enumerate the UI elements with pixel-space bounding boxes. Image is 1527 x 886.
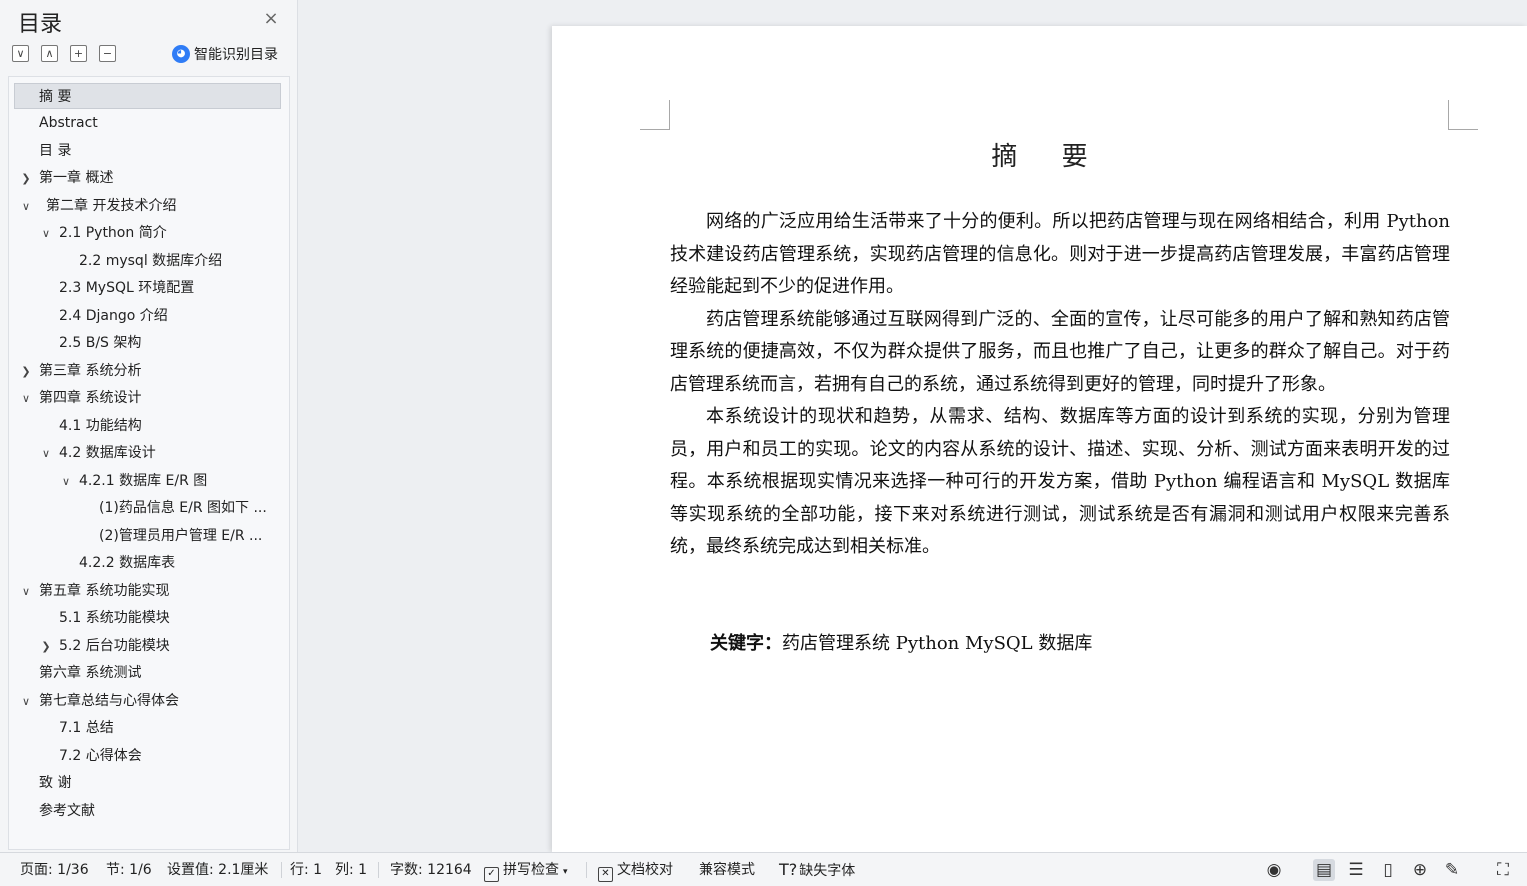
- toc-item-4-1[interactable]: 4.1 功能结构: [59, 413, 142, 439]
- toc-item-7-1[interactable]: 7.1 总结: [59, 715, 114, 741]
- web-view-icon[interactable]: ⊕: [1409, 859, 1431, 881]
- reading-view-icon[interactable]: ▯: [1377, 859, 1399, 881]
- status-divider: [378, 862, 379, 878]
- page-margin-corner-right: [1448, 100, 1478, 130]
- toc-item-chapter-4[interactable]: 第四章 系统设计: [39, 385, 141, 411]
- toc-item-7-2[interactable]: 7.2 心得体会: [59, 743, 142, 769]
- toc-item-er-admin[interactable]: (2)管理员用户管理 E/R ...: [99, 523, 262, 549]
- document-title: 摘 要: [991, 142, 1106, 172]
- eye-protection-icon[interactable]: ◉: [1263, 859, 1285, 881]
- toc-item-2-4[interactable]: 2.4 Django 介绍: [59, 303, 168, 329]
- collapse-down-icon[interactable]: ∨: [12, 45, 29, 62]
- spell-check-label: 拼写检查: [503, 862, 559, 878]
- toc-item-5-2[interactable]: 5.2 后台功能模块: [59, 633, 170, 659]
- chevron-down-icon[interactable]: ∨: [40, 447, 52, 460]
- chevron-down-icon[interactable]: ∨: [20, 585, 32, 598]
- toc-item-chapter-5[interactable]: 第五章 系统功能实现: [39, 578, 169, 604]
- toc-item-4-2-2[interactable]: 4.2.2 数据库表: [79, 550, 175, 576]
- smart-ai-icon: ◕: [172, 45, 190, 63]
- body-paragraph: 网络的广泛应用给生活带来了十分的便利。所以把药店管理与现在网络相结合，利用 Py…: [670, 211, 1450, 297]
- toc-item-2-2[interactable]: 2.2 mysql 数据库介绍: [79, 248, 222, 274]
- collapse-up-icon[interactable]: ∧: [41, 45, 58, 62]
- spell-check-button[interactable]: ✓ 拼写检查 ▾: [484, 853, 568, 886]
- chevron-right-icon[interactable]: ❯: [20, 172, 32, 185]
- toc-item-er-drug[interactable]: (1)药品信息 E/R 图如下 ...: [99, 495, 267, 521]
- toc-item-chapter-6[interactable]: 第六章 系统测试: [39, 660, 141, 686]
- close-icon[interactable]: ×: [262, 10, 280, 28]
- smart-toc-label: 智能识别目录: [194, 47, 278, 63]
- toc-toolbar: ∨ ∧ + −: [12, 45, 116, 63]
- proofread-label: 文档校对: [617, 862, 673, 878]
- chevron-down-icon[interactable]: ∨: [20, 392, 32, 405]
- chevron-down-icon[interactable]: ∨: [60, 475, 72, 488]
- toc-item-contents[interactable]: 目 录: [39, 138, 71, 164]
- chevron-down-icon[interactable]: ∨: [20, 695, 32, 708]
- row-indicator[interactable]: 行: 1: [290, 853, 322, 886]
- outline-view-icon[interactable]: ☰: [1345, 859, 1367, 881]
- page-indicator[interactable]: 页面: 1/36: [20, 853, 89, 886]
- column-indicator[interactable]: 列: 1: [335, 853, 367, 886]
- document-page[interactable]: 摘 要 网络的广泛应用给生活带来了十分的便利。所以把药店管理与现在网络相结合，利…: [552, 26, 1527, 852]
- page-view-icon[interactable]: ▤: [1313, 859, 1335, 881]
- dropdown-arrow-icon: ▾: [563, 867, 568, 877]
- toc-item-chapter-1[interactable]: 第一章 概述: [39, 165, 113, 191]
- toc-item-abstract[interactable]: Abstract: [39, 110, 98, 136]
- collapse-all-icon[interactable]: −: [99, 45, 116, 62]
- document-body[interactable]: 网络的广泛应用给生活带来了十分的便利。所以把药店管理与现在网络相结合，利用 Py…: [670, 206, 1450, 564]
- chevron-down-icon[interactable]: ∨: [40, 227, 52, 240]
- smart-toc-button[interactable]: ◕ 智能识别目录: [172, 44, 278, 64]
- toc-item-chapter-7[interactable]: 第七章总结与心得体会: [39, 688, 179, 714]
- keywords-line: 关键字：药店管理系统 Python MySQL 数据库: [710, 629, 1092, 655]
- missing-font-icon: T?: [779, 860, 798, 879]
- proofread-icon: ✕: [598, 867, 613, 882]
- toc-item-4-2[interactable]: 4.2 数据库设计: [59, 440, 156, 466]
- toc-item-2-1[interactable]: 2.1 Python 简介: [59, 220, 167, 246]
- word-count[interactable]: 字数: 12164: [390, 853, 472, 886]
- status-divider: [586, 862, 587, 878]
- toc-item-5-1[interactable]: 5.1 系统功能模块: [59, 605, 170, 631]
- chevron-down-icon[interactable]: ∨: [20, 200, 32, 213]
- toc-item-references[interactable]: 参考文献: [39, 798, 95, 824]
- fullscreen-icon[interactable]: ⛶: [1492, 859, 1514, 881]
- proofread-button[interactable]: ✕ 文档校对: [598, 853, 673, 886]
- setting-value-indicator[interactable]: 设置值: 2.1厘米: [167, 853, 268, 886]
- chevron-right-icon[interactable]: ❯: [20, 365, 32, 378]
- page-margin-corner-left: [640, 100, 670, 130]
- body-paragraph: 本系统设计的现状和趋势，从需求、结构、数据库等方面的设计到系统的实现，分别为管理…: [670, 406, 1450, 557]
- toc-title: 目录: [18, 12, 63, 37]
- toc-item-4-2-1[interactable]: 4.2.1 数据库 E/R 图: [79, 468, 207, 494]
- body-paragraph: 药店管理系统能够通过互联网得到广泛的、全面的宣传，让尽可能多的用户了解和熟知药店…: [670, 308, 1450, 395]
- toc-item-2-3[interactable]: 2.3 MySQL 环境配置: [59, 275, 194, 301]
- toc-panel: 目录 × ∨ ∧ + − ◕ 智能识别目录 摘 要 Abstract 目 录 ❯…: [0, 0, 298, 852]
- pen-icon[interactable]: ✎: [1441, 859, 1463, 881]
- keywords-label: 关键字：: [710, 633, 782, 654]
- toc-item-chapter-3[interactable]: 第三章 系统分析: [39, 358, 141, 384]
- chevron-right-icon[interactable]: ❯: [40, 640, 52, 653]
- document-area[interactable]: 摘 要 网络的广泛应用给生活带来了十分的便利。所以把药店管理与现在网络相结合，利…: [298, 0, 1527, 852]
- missing-fonts-button[interactable]: T? 缺失字体: [779, 853, 855, 886]
- keywords-text: 药店管理系统 Python MySQL 数据库: [782, 633, 1093, 654]
- checkbox-icon: ✓: [484, 867, 499, 882]
- section-indicator[interactable]: 节: 1/6: [106, 853, 152, 886]
- status-divider: [281, 862, 282, 878]
- toc-item-chapter-2[interactable]: 第二章 开发技术介绍: [46, 193, 176, 219]
- expand-all-icon[interactable]: +: [70, 45, 87, 62]
- toc-item-2-5[interactable]: 2.5 B/S 架构: [59, 330, 141, 356]
- toc-item-abstract-cn[interactable]: 摘 要: [14, 83, 281, 109]
- status-bar: 页面: 1/36 节: 1/6 设置值: 2.1厘米 行: 1 列: 1 字数:…: [0, 852, 1527, 886]
- compat-mode-indicator[interactable]: 兼容模式: [699, 853, 755, 886]
- missing-fonts-label: 缺失字体: [799, 863, 856, 879]
- toc-item-thanks[interactable]: 致 谢: [39, 770, 71, 796]
